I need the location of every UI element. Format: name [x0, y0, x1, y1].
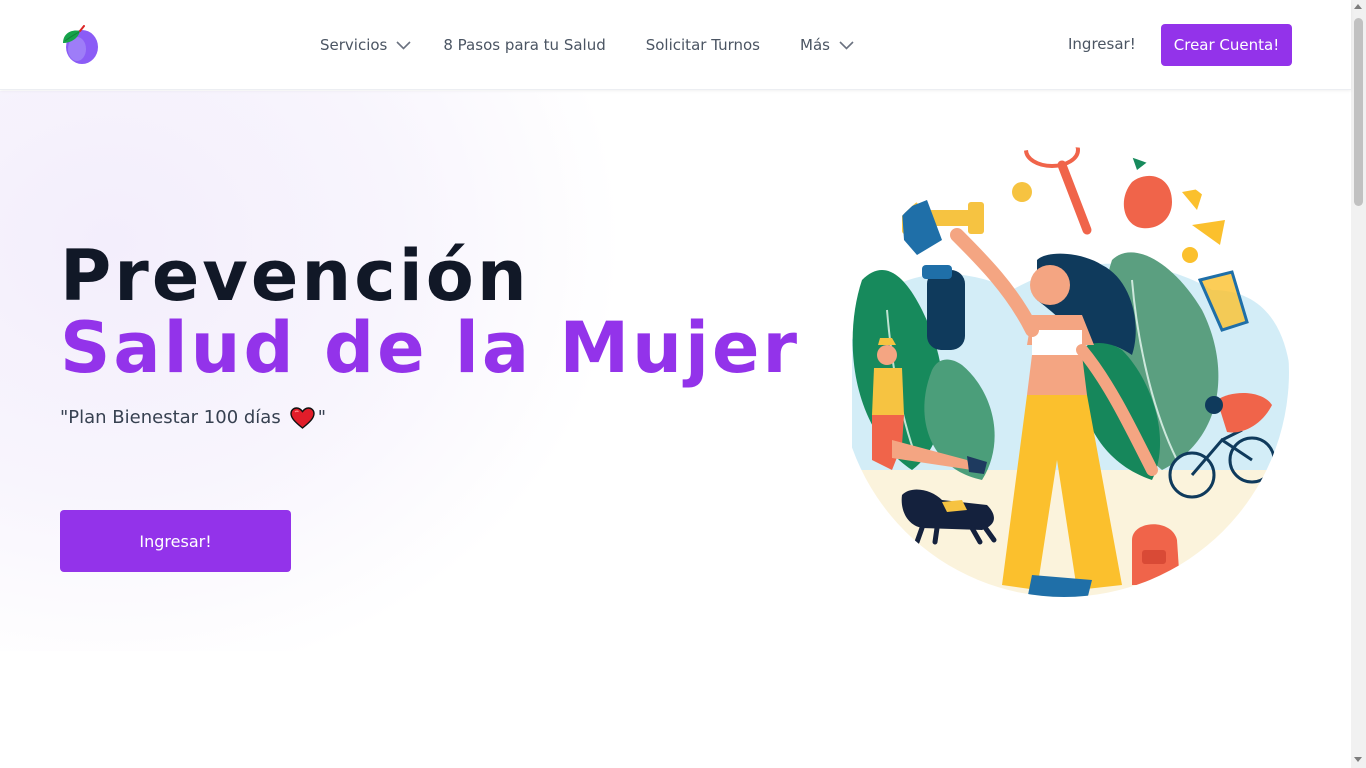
top-navbar: Servicios 8 Pasos para tu Salud Solicita… [0, 0, 1351, 90]
nav-solicitar-turnos[interactable]: Solicitar Turnos [646, 36, 760, 54]
nav-8-pasos-label: 8 Pasos para tu Salud [443, 36, 606, 54]
nav-solicitar-turnos-label: Solicitar Turnos [645, 36, 760, 54]
main-nav: Servicios 8 Pasos para tu Salud Solicita… [320, 0, 854, 90]
nav-servicios[interactable]: Servicios [320, 36, 411, 54]
chevron-down-icon [839, 40, 854, 50]
hero-subtitle: Salud de la Mujer [60, 307, 800, 389]
hero-quote-close: " [317, 407, 326, 428]
hero-title: Prevención [60, 235, 530, 317]
chevron-down-icon [396, 40, 411, 50]
create-account-button[interactable]: Crear Cuenta! [1161, 24, 1292, 66]
nav-8-pasos[interactable]: 8 Pasos para tu Salud [443, 36, 605, 54]
plum-logo-icon[interactable] [60, 25, 100, 65]
nav-mas[interactable]: Más [800, 36, 854, 54]
scroll-down-arrow-icon[interactable] [1354, 757, 1362, 762]
nav-mas-label: Más [800, 36, 830, 54]
scroll-up-arrow-icon[interactable] [1354, 4, 1362, 9]
heart-icon [290, 407, 315, 429]
nav-servicios-label: Servicios [320, 36, 388, 54]
scrollbar-thumb[interactable] [1354, 18, 1363, 206]
hero-quote: "Plan Bienestar 100 días " [60, 405, 326, 431]
hero-login-button[interactable]: Ingresar! [60, 510, 291, 572]
login-link[interactable]: Ingresar! [1068, 35, 1136, 53]
hero-quote-text: "Plan Bienestar 100 días [60, 407, 281, 428]
wellness-illustration [832, 140, 1292, 600]
